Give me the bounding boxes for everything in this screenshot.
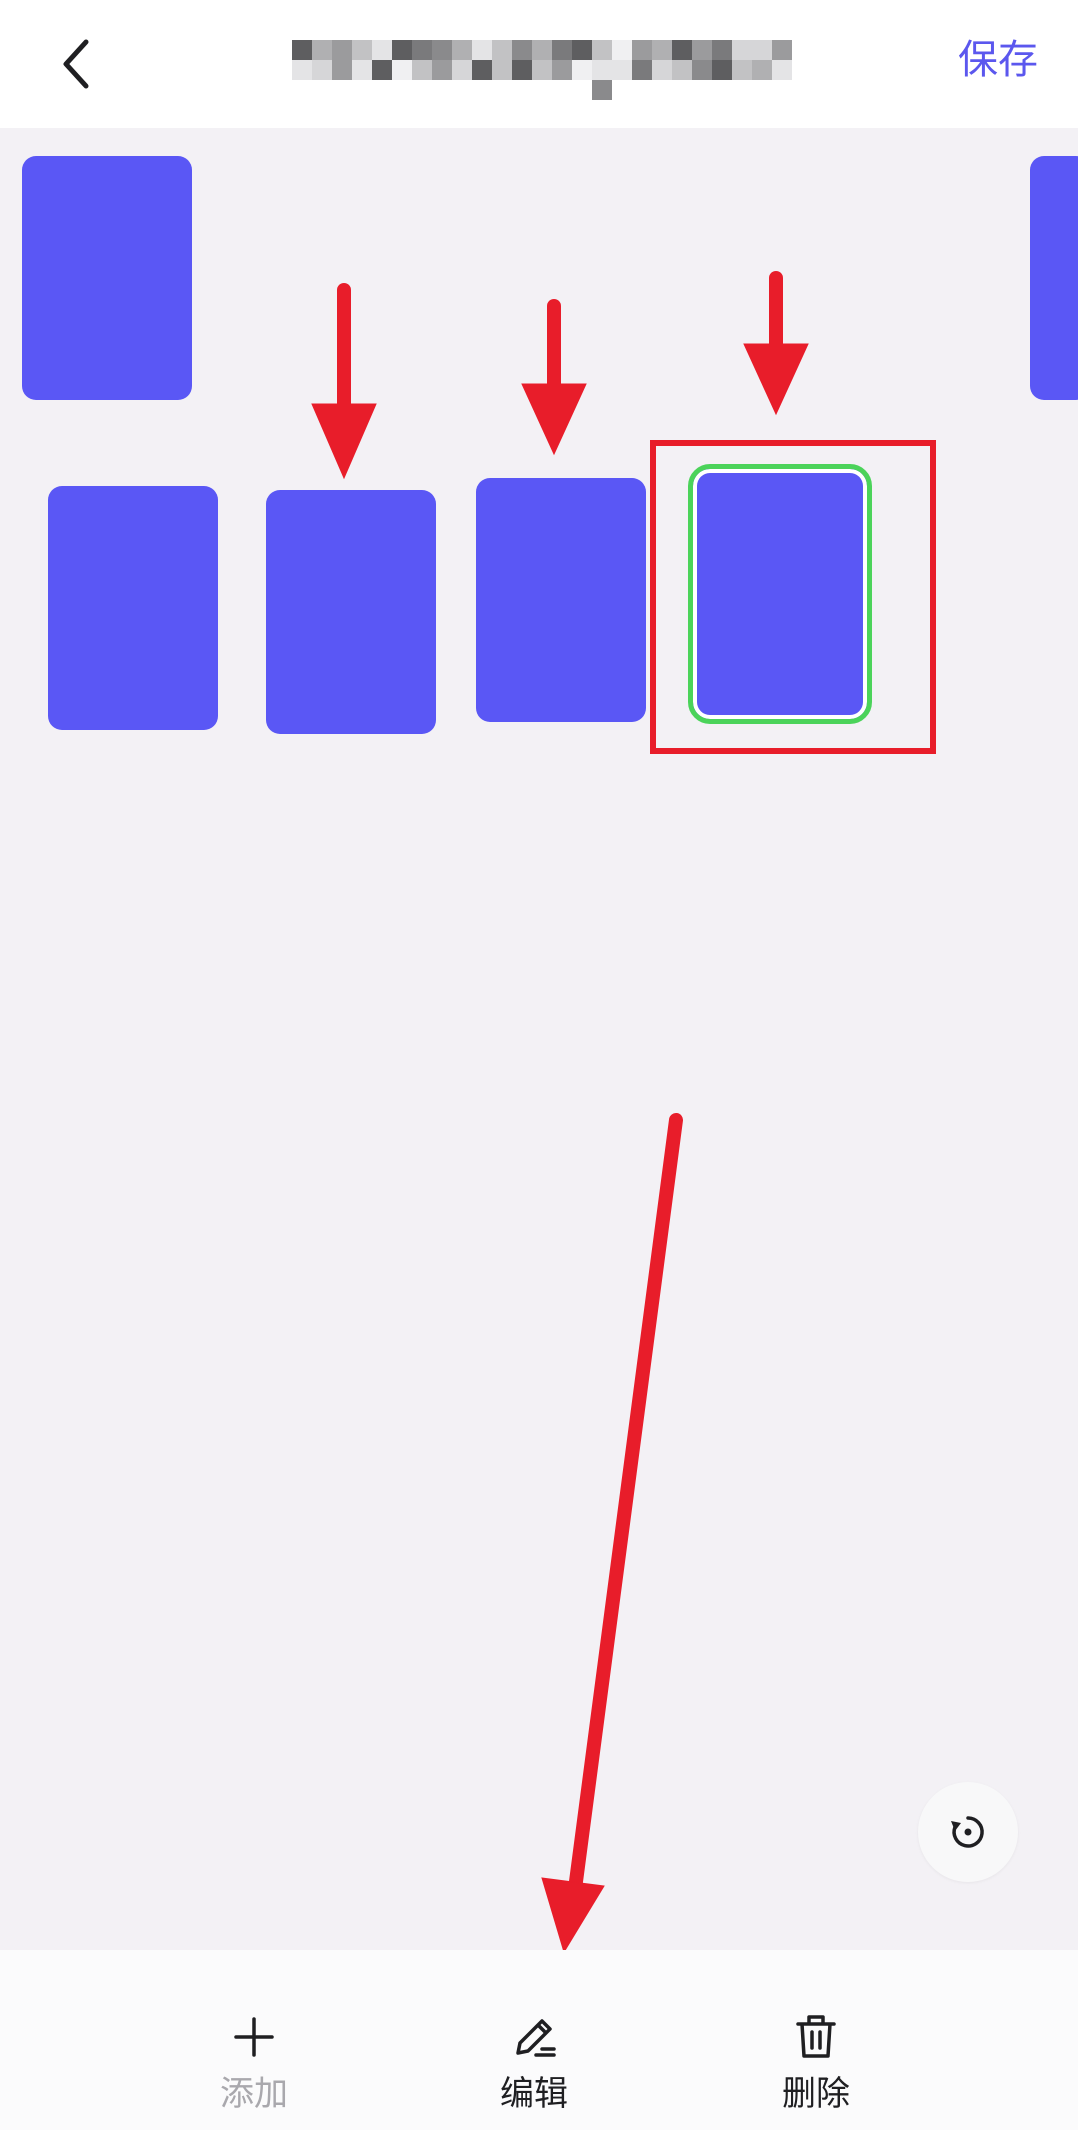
layout-card[interactable] [48,486,218,730]
page-title-redacted [292,40,792,102]
edit-button[interactable]: 编辑 [434,1950,634,2130]
delete-button[interactable]: 删除 [716,1950,916,2130]
layout-card[interactable] [476,478,646,722]
plus-icon [229,2012,279,2062]
rotate-reset-icon [951,1816,984,1848]
top-bar: 保存 [0,0,1078,128]
layout-card[interactable] [1030,156,1078,400]
delete-label: 删除 [782,2074,850,2114]
pencil-icon [509,2012,559,2062]
trash-icon [791,2012,841,2062]
bottom-toolbar: 添加 编辑 删除 [0,1950,1078,2130]
save-button[interactable]: 保存 [958,30,1038,90]
chevron-left-icon [63,39,89,89]
layout-card[interactable] [22,156,192,400]
layout-card[interactable] [266,490,436,734]
add-button[interactable]: 添加 [154,1950,354,2130]
annotation-highlight-box [650,440,936,754]
reset-button[interactable] [918,1782,1018,1882]
add-label: 添加 [220,2074,288,2114]
back-button[interactable] [36,24,116,104]
layout-canvas [0,128,1078,1950]
edit-label: 编辑 [500,2074,568,2114]
